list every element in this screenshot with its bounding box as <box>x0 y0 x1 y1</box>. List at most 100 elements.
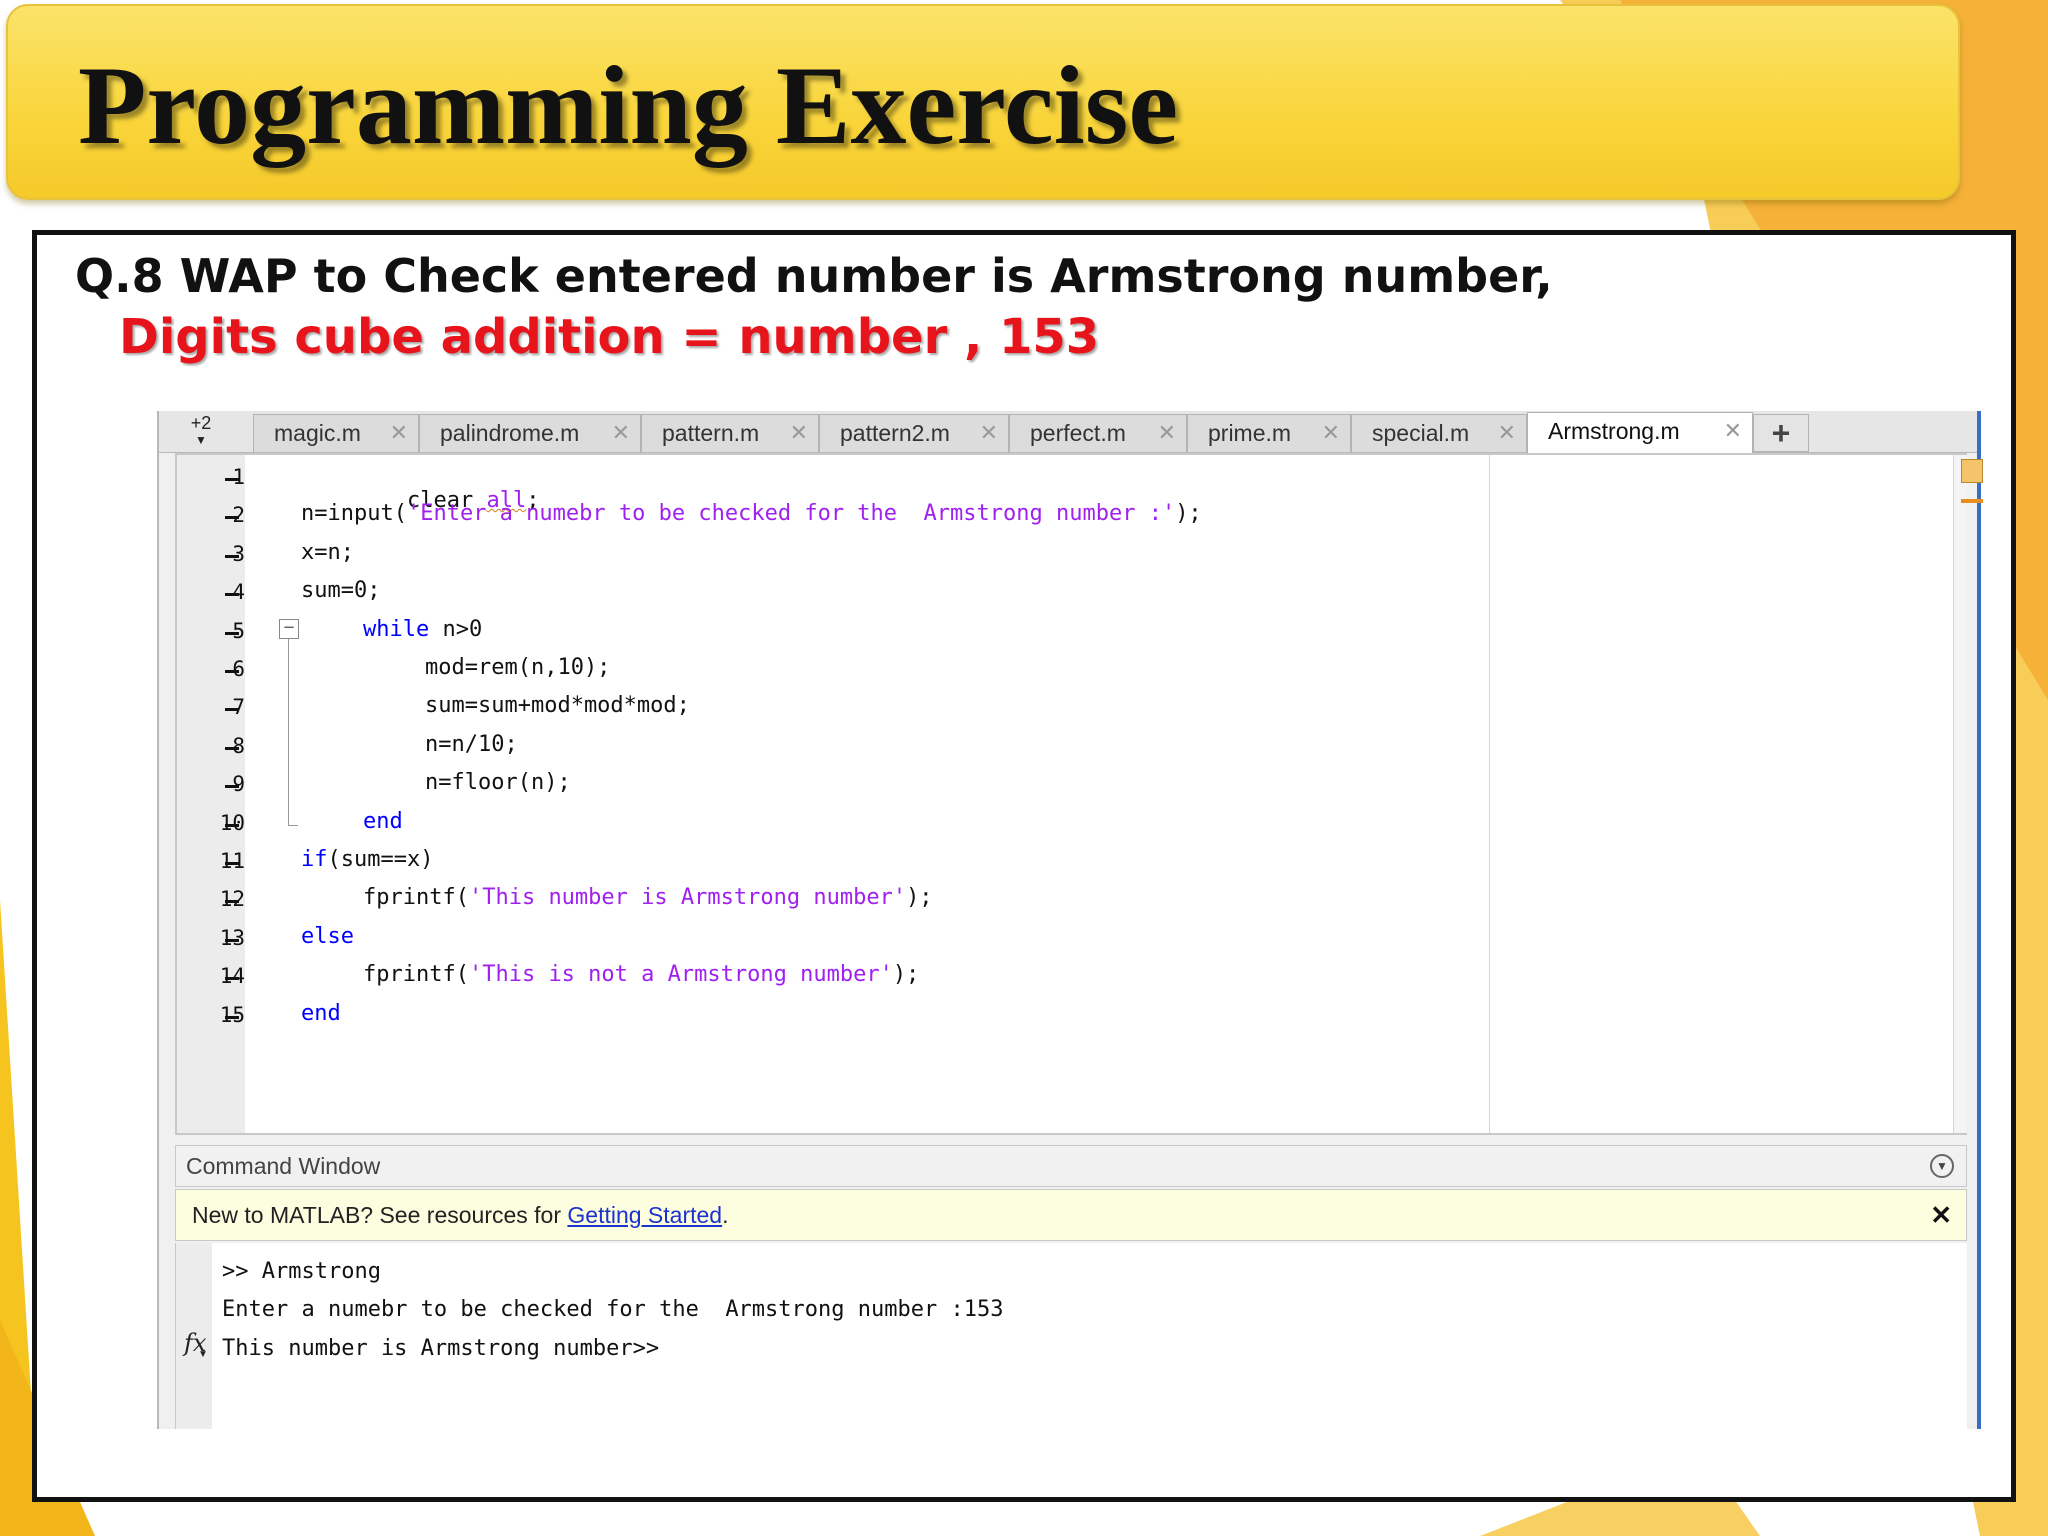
close-icon[interactable]: ✕ <box>390 415 408 451</box>
question-text: Q.8 WAP to Check entered number is Armst… <box>75 249 1553 303</box>
breakpoint-marker[interactable] <box>225 747 239 750</box>
tab-label: perfect.m <box>1030 420 1126 446</box>
code-line: else <box>301 924 354 949</box>
line-number: 7 <box>232 695 245 719</box>
command-output-line: This number is Armstrong number>> <box>222 1336 660 1361</box>
close-icon[interactable]: ✕ <box>1724 413 1742 449</box>
breakpoint-marker[interactable] <box>225 1016 239 1019</box>
chevron-down-icon: ▼ <box>198 1349 208 1360</box>
tab-overflow-count: +2 <box>190 413 212 433</box>
tab-label: special.m <box>1372 420 1470 446</box>
code-string: 'This number is Armstrong number' <box>468 885 907 910</box>
breakpoint-marker[interactable] <box>225 977 239 980</box>
breakpoint-marker[interactable] <box>225 862 239 865</box>
line-number: 10 <box>219 811 245 835</box>
tab-palindrome[interactable]: palindrome.m ✕ <box>419 414 641 452</box>
new-tab-button[interactable]: + <box>1753 414 1809 452</box>
tab-overflow-button[interactable]: +2 ▼ <box>173 413 229 451</box>
fold-guide-end <box>288 825 298 826</box>
code-line: fprintf('This is not a Armstrong number'… <box>363 962 920 987</box>
tab-perfect[interactable]: perfect.m ✕ <box>1009 414 1187 452</box>
line-number: 1 <box>232 465 245 489</box>
code-line: n=n/10; <box>425 732 518 757</box>
close-icon[interactable]: ✕ <box>1930 1190 1952 1240</box>
breakpoint-marker[interactable] <box>225 939 239 942</box>
code-string: 'This is not a Armstrong number' <box>468 962 893 987</box>
editor-tab-bar: +2 ▼ magic.m ✕ palindrome.m ✕ pattern.m … <box>159 411 1977 454</box>
breakpoint-marker[interactable] <box>225 632 239 635</box>
line-number: 14 <box>219 964 245 988</box>
line-number: 3 <box>232 542 245 566</box>
close-icon[interactable]: ✕ <box>1322 415 1340 451</box>
close-icon[interactable]: ✕ <box>1158 415 1176 451</box>
editor-scrollbar[interactable] <box>1953 455 1967 1133</box>
fold-guide <box>288 639 289 825</box>
command-output-line: Enter a numebr to be checked for the Arm… <box>222 1297 1004 1322</box>
breakpoint-marker[interactable] <box>225 670 239 673</box>
tab-armstrong[interactable]: Armstrong.m ✕ <box>1527 412 1753 454</box>
tab-label: Armstrong.m <box>1548 418 1680 444</box>
line-number: 12 <box>219 887 245 911</box>
warning-line-marker[interactable] <box>1961 499 1983 503</box>
breakpoint-marker[interactable] <box>225 555 239 558</box>
command-window-header: Command Window ▼ <box>175 1145 1967 1187</box>
code-line: mod=rem(n,10); <box>425 655 611 680</box>
warning-indicator-icon[interactable] <box>1961 459 1983 483</box>
fold-toggle-icon[interactable]: − <box>279 619 299 639</box>
breakpoint-marker[interactable] <box>225 900 239 903</box>
code-line: while n>0 <box>363 617 483 642</box>
tab-special[interactable]: special.m ✕ <box>1351 414 1527 452</box>
chevron-down-icon: ▼ <box>195 433 207 447</box>
command-output-line: >> Armstrong <box>222 1259 381 1284</box>
line-number: 13 <box>219 926 245 950</box>
command-window-title: Command Window <box>186 1153 381 1179</box>
command-window-output[interactable]: >> Armstrong Enter a numebr to be checke… <box>175 1243 1967 1429</box>
code-line: n=floor(n); <box>425 770 571 795</box>
line-number: 2 <box>232 503 245 527</box>
tab-label: pattern.m <box>662 420 760 446</box>
notice-text: New to MATLAB? See resources for <box>192 1202 568 1228</box>
slide-title: Programming Exercise <box>78 44 1179 168</box>
code-string: 'Enter a numebr to be checked for the Ar… <box>406 501 1176 526</box>
breakpoint-marker[interactable] <box>225 708 239 711</box>
title-banner: Programming Exercise <box>6 4 1960 200</box>
close-icon[interactable]: ✕ <box>790 415 808 451</box>
code-line: if(sum==x) <box>301 847 434 872</box>
right-text-limit <box>1489 455 1490 1133</box>
tab-magic[interactable]: magic.m ✕ <box>253 414 419 452</box>
line-number: 6 <box>232 657 245 681</box>
close-icon[interactable]: ✕ <box>980 415 998 451</box>
breakpoint-marker[interactable] <box>225 478 239 481</box>
tab-pattern2[interactable]: pattern2.m ✕ <box>819 414 1009 452</box>
getting-started-link[interactable]: Getting Started <box>567 1202 722 1228</box>
tab-pattern[interactable]: pattern.m ✕ <box>641 414 819 452</box>
content-frame: Q.8 WAP to Check entered number is Armst… <box>32 230 2016 1502</box>
code-line: sum=sum+mod*mod*mod; <box>425 693 690 718</box>
line-number: 11 <box>219 849 245 873</box>
tab-prime[interactable]: prime.m ✕ <box>1187 414 1351 452</box>
chevron-down-icon[interactable]: ▼ <box>1930 1154 1954 1178</box>
close-icon[interactable]: ✕ <box>612 415 630 451</box>
code-line: end <box>363 809 403 834</box>
tab-label: palindrome.m <box>440 420 580 446</box>
line-number: 9 <box>232 772 245 796</box>
line-number: 5 <box>232 619 245 643</box>
breakpoint-marker[interactable] <box>225 785 239 788</box>
subtitle-text: Digits cube addition = number , 153 <box>119 309 1100 365</box>
code-keyword: if <box>301 847 328 872</box>
getting-started-notice: New to MATLAB? See resources for Getting… <box>175 1189 1967 1241</box>
tab-label: prime.m <box>1208 420 1292 446</box>
code-editor[interactable]: 1 2 3 4 5 6 7 8 9 10 11 12 13 14 15 − cl… <box>175 453 1983 1135</box>
tab-label: magic.m <box>274 420 361 446</box>
close-icon[interactable]: ✕ <box>1498 415 1516 451</box>
breakpoint-marker[interactable] <box>225 824 239 827</box>
code-keyword: while <box>363 617 430 642</box>
code-line: x=n; <box>301 540 354 565</box>
breakpoint-marker[interactable] <box>225 516 239 519</box>
code-line: n=input('Enter a numebr to be checked fo… <box>301 501 1202 526</box>
line-number: 4 <box>232 580 245 604</box>
line-number: 15 <box>219 1003 245 1027</box>
code-line: end <box>301 1001 341 1026</box>
line-number: 8 <box>232 734 245 758</box>
breakpoint-marker[interactable] <box>225 593 239 596</box>
